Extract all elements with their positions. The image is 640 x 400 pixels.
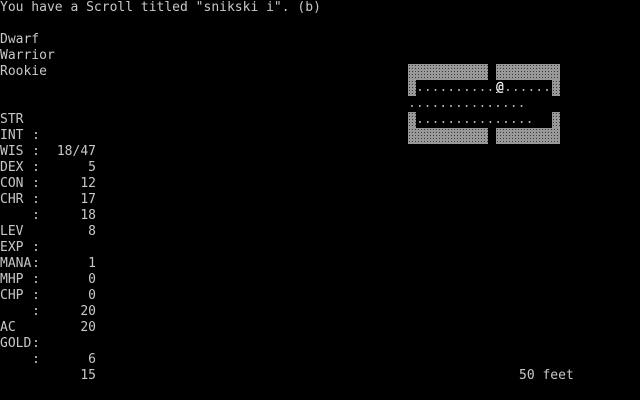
stat-value: 20 xyxy=(80,304,96,319)
wall-top-left xyxy=(408,64,488,80)
stat-value: 0 xyxy=(88,288,96,303)
wall-right-upper xyxy=(552,80,560,96)
wall-left-upper xyxy=(408,80,416,96)
stat-value: 8 xyxy=(88,224,96,239)
stat-label: GOLD xyxy=(0,336,32,351)
floor-row-1b: ...... xyxy=(504,80,551,95)
character-title: Rookie xyxy=(0,64,47,79)
dungeon-map: ........... @ ...... ............... ...… xyxy=(408,64,560,144)
stat-value: 20 xyxy=(80,320,96,335)
floor-row-3: ............... xyxy=(416,112,534,127)
stat-separator: : xyxy=(32,352,40,367)
depth-indicator: 50 feet xyxy=(519,368,574,383)
character-class: Warrior xyxy=(0,48,55,63)
floor-row-1: ........... xyxy=(416,80,503,95)
stat-value: 0 xyxy=(88,272,96,287)
wall-bottom-left xyxy=(408,128,488,144)
stat-value: 6 xyxy=(88,352,96,367)
stat-label: CHR xyxy=(0,192,24,207)
stat-value: 18/47 xyxy=(56,144,96,159)
stat-separator: : xyxy=(32,304,40,319)
wall-right-lower xyxy=(552,112,560,128)
stat-value: 12 xyxy=(80,176,96,191)
character-race: Dwarf xyxy=(0,32,40,47)
wall-bottom-right xyxy=(496,128,560,144)
stat-value: 18 xyxy=(80,208,96,223)
stat-label: CHP xyxy=(0,288,24,303)
floor-row-2: ............... xyxy=(408,96,526,111)
wall-top-right xyxy=(496,64,560,80)
player-icon: @ xyxy=(496,80,504,95)
stat-value: 1 xyxy=(88,256,96,271)
message-line: You have a Scroll titled "snikski i". (b… xyxy=(0,0,321,15)
stat-value: 5 xyxy=(88,160,96,175)
stat-value: 17 xyxy=(80,192,96,207)
stat-separator: : xyxy=(32,208,40,223)
stat-gold: GOLD : 15 xyxy=(0,320,96,400)
stat-value: 15 xyxy=(80,368,96,383)
wall-left-lower xyxy=(408,112,416,128)
